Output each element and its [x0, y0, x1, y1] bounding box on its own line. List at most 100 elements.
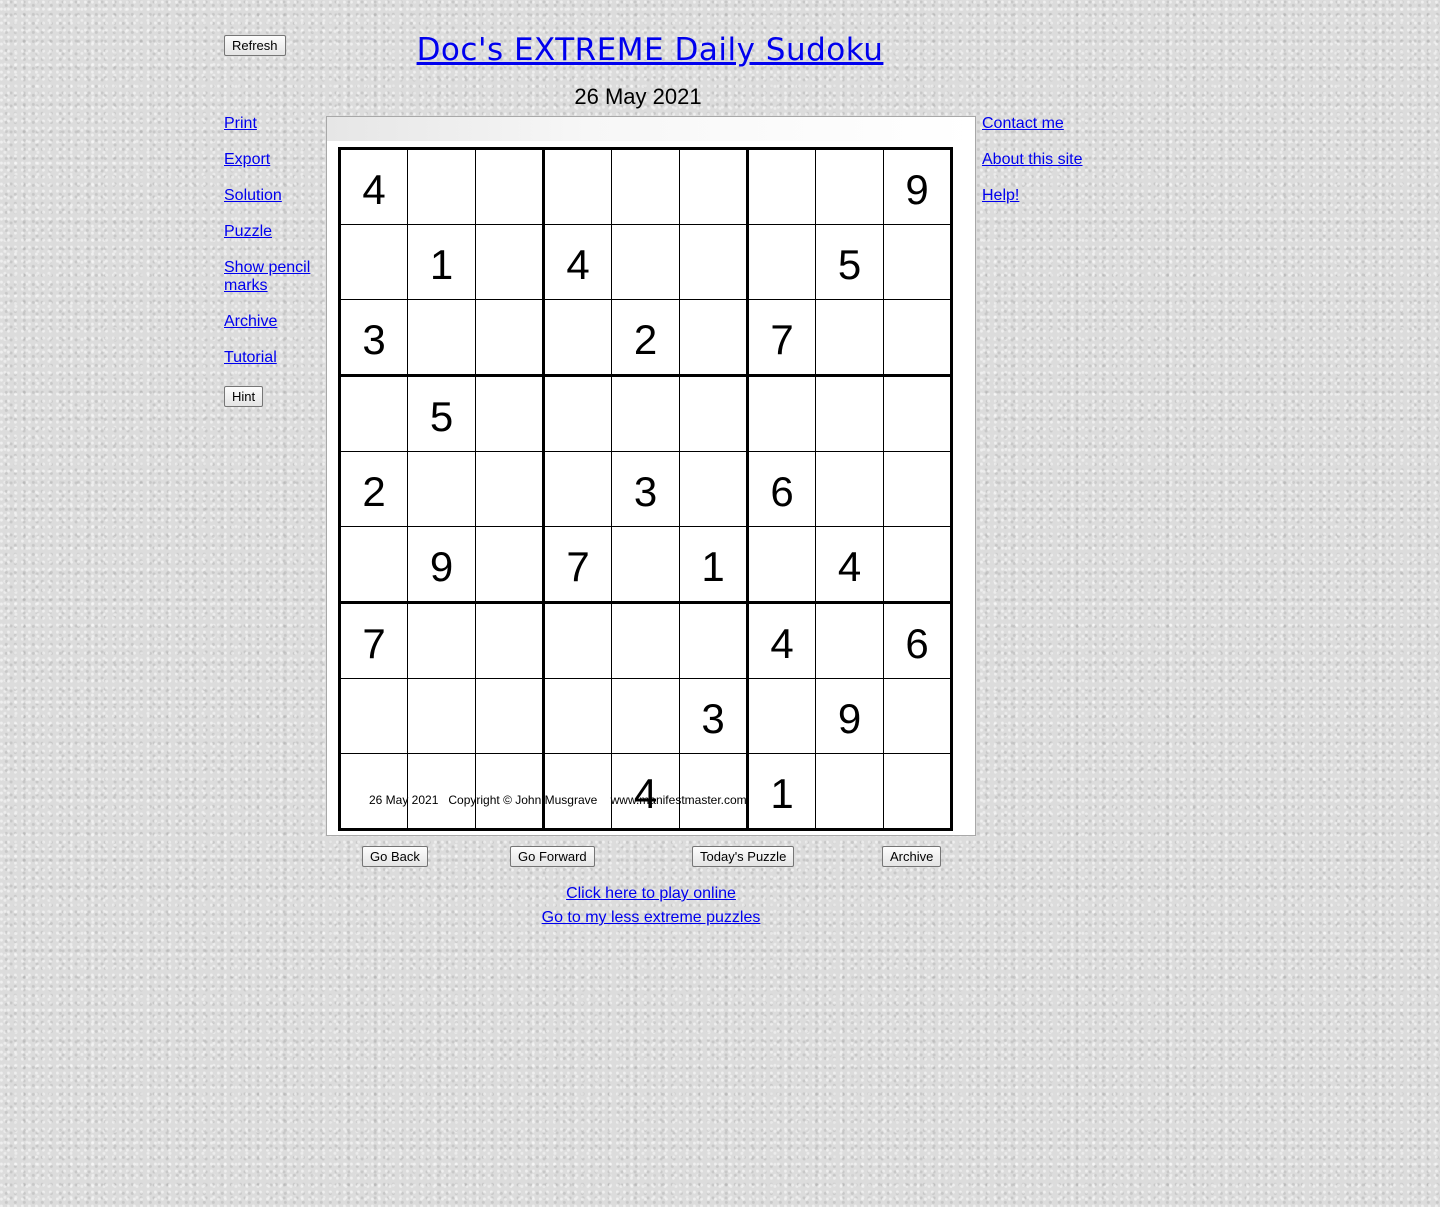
- grid-cell[interactable]: 9: [883, 147, 953, 225]
- grid-cell[interactable]: 7: [747, 299, 816, 377]
- puzzle-link[interactable]: Puzzle: [224, 223, 324, 241]
- grid-cell[interactable]: [883, 375, 953, 452]
- grid-cell[interactable]: 3: [611, 451, 680, 527]
- grid-cell[interactable]: 5: [815, 224, 884, 300]
- grid-cell[interactable]: 2: [338, 451, 408, 527]
- grid-cell[interactable]: [883, 753, 953, 831]
- grid-cell[interactable]: [475, 526, 545, 604]
- grid-cell[interactable]: [475, 147, 545, 225]
- grid-cell[interactable]: [679, 224, 749, 300]
- less-extreme-puzzles-link[interactable]: Go to my less extreme puzzles: [326, 906, 976, 930]
- grid-cell[interactable]: [611, 678, 680, 754]
- grid-cell[interactable]: [747, 526, 816, 604]
- todays-puzzle-button[interactable]: Today's Puzzle: [692, 846, 795, 867]
- grid-cell[interactable]: [815, 753, 884, 831]
- grid-cell[interactable]: [883, 224, 953, 300]
- grid-cell[interactable]: 1: [747, 753, 816, 831]
- grid-cell[interactable]: [815, 299, 884, 377]
- grid-cell[interactable]: 1: [407, 224, 476, 300]
- grid-cell[interactable]: [883, 299, 953, 377]
- grid-cell[interactable]: [747, 224, 816, 300]
- grid-cell[interactable]: [543, 451, 612, 527]
- go-forward-button[interactable]: Go Forward: [510, 846, 595, 867]
- grid-cell[interactable]: 1: [679, 526, 749, 604]
- grid-cell[interactable]: 9: [815, 678, 884, 754]
- about-site-link[interactable]: About this site: [982, 151, 1122, 169]
- grid-cell[interactable]: [407, 147, 476, 225]
- grid-cell[interactable]: [338, 375, 408, 452]
- grid-cell[interactable]: [679, 602, 749, 679]
- grid-cell[interactable]: 4: [338, 147, 408, 225]
- grid-cell[interactable]: [679, 753, 749, 831]
- grid-cell[interactable]: [611, 224, 680, 300]
- grid-cell[interactable]: [679, 299, 749, 377]
- grid-cell[interactable]: [747, 147, 816, 225]
- grid-cell[interactable]: 5: [407, 375, 476, 452]
- grid-cell[interactable]: 3: [338, 299, 408, 377]
- grid-cell[interactable]: [611, 602, 680, 679]
- print-link[interactable]: Print: [224, 115, 324, 133]
- grid-cell[interactable]: [679, 451, 749, 527]
- hint-button[interactable]: Hint: [224, 386, 264, 407]
- grid-cell[interactable]: [475, 224, 545, 300]
- export-link[interactable]: Export: [224, 151, 324, 169]
- refresh-button[interactable]: Refresh: [224, 35, 286, 56]
- solution-link[interactable]: Solution: [224, 187, 324, 205]
- grid-cell[interactable]: 4: [815, 526, 884, 604]
- grid-cell[interactable]: [679, 147, 749, 225]
- grid-cell[interactable]: [883, 451, 953, 527]
- grid-cell[interactable]: [475, 375, 545, 452]
- archive-button[interactable]: Archive: [882, 846, 942, 867]
- grid-cell[interactable]: [543, 147, 612, 225]
- grid-cell[interactable]: [475, 602, 545, 679]
- grid-cell[interactable]: 4: [543, 224, 612, 300]
- tutorial-link[interactable]: Tutorial: [224, 349, 324, 367]
- grid-cell[interactable]: [883, 678, 953, 754]
- grid-cell[interactable]: [407, 753, 476, 831]
- grid-cell[interactable]: [475, 299, 545, 377]
- grid-cell[interactable]: [407, 299, 476, 377]
- grid-cell[interactable]: 3: [679, 678, 749, 754]
- grid-cell[interactable]: 9: [407, 526, 476, 604]
- grid-cell[interactable]: [407, 602, 476, 679]
- grid-cell[interactable]: 7: [338, 602, 408, 679]
- grid-cell[interactable]: [338, 678, 408, 754]
- go-back-button[interactable]: Go Back: [362, 846, 428, 867]
- grid-cell[interactable]: [475, 753, 545, 831]
- grid-cell[interactable]: 4: [747, 602, 816, 679]
- grid-cell[interactable]: [611, 375, 680, 452]
- grid-cell[interactable]: [407, 451, 476, 527]
- grid-cell[interactable]: [815, 375, 884, 452]
- grid-cell[interactable]: [543, 375, 612, 452]
- grid-cell[interactable]: [543, 678, 612, 754]
- site-title-link[interactable]: Doc's EXTREME Daily Sudoku: [340, 32, 960, 68]
- grid-cell[interactable]: [543, 299, 612, 377]
- grid-cell[interactable]: [747, 678, 816, 754]
- grid-cell[interactable]: [815, 451, 884, 527]
- grid-cell[interactable]: 4: [611, 753, 680, 831]
- grid-cell[interactable]: [338, 753, 408, 831]
- help-link[interactable]: Help!: [982, 187, 1122, 205]
- grid-cell[interactable]: [611, 526, 680, 604]
- grid-cell[interactable]: 6: [883, 602, 953, 679]
- grid-cell[interactable]: [475, 678, 545, 754]
- grid-cell[interactable]: [883, 526, 953, 604]
- grid-cell[interactable]: [543, 602, 612, 679]
- grid-cell[interactable]: [815, 147, 884, 225]
- grid-cell[interactable]: [338, 224, 408, 300]
- grid-cell[interactable]: [611, 147, 680, 225]
- grid-cell[interactable]: [815, 602, 884, 679]
- grid-cell[interactable]: [407, 678, 476, 754]
- show-pencil-marks-link[interactable]: Show pencil marks: [224, 259, 324, 295]
- grid-cell[interactable]: [543, 753, 612, 831]
- grid-cell[interactable]: [679, 375, 749, 452]
- grid-cell[interactable]: [747, 375, 816, 452]
- play-online-link[interactable]: Click here to play online: [326, 882, 976, 906]
- grid-cell[interactable]: 6: [747, 451, 816, 527]
- archive-link[interactable]: Archive: [224, 313, 324, 331]
- grid-cell[interactable]: [475, 451, 545, 527]
- contact-me-link[interactable]: Contact me: [982, 115, 1122, 133]
- grid-cell[interactable]: [338, 526, 408, 604]
- grid-cell[interactable]: 7: [543, 526, 612, 604]
- grid-cell[interactable]: 2: [611, 299, 680, 377]
